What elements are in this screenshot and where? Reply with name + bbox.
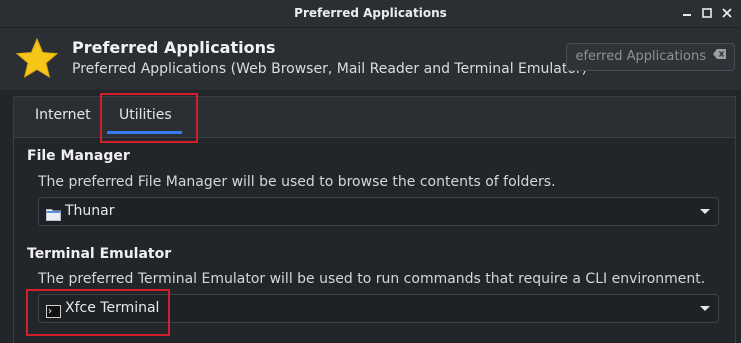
search-input-value: eferred Applications — [575, 49, 706, 64]
tab-internet[interactable]: Internet — [35, 107, 91, 123]
dialog-subtitle: Preferred Applications (Web Browser, Mai… — [72, 61, 588, 77]
window-title: Preferred Applications — [294, 6, 447, 20]
folder-icon — [46, 206, 61, 225]
highlight-box-terminal-selection — [26, 289, 170, 336]
minimize-icon[interactable] — [680, 6, 694, 20]
search-input[interactable]: eferred Applications — [566, 43, 735, 71]
file-manager-heading: File Manager — [27, 148, 130, 164]
clear-icon[interactable] — [713, 48, 727, 63]
file-manager-description: The preferred File Manager will be used … — [38, 174, 556, 190]
highlight-box-utilities-tab — [100, 93, 198, 143]
close-icon[interactable] — [720, 6, 734, 20]
file-manager-combobox[interactable]: Thunar — [38, 197, 719, 226]
dialog-title: Preferred Applications — [72, 38, 276, 57]
star-icon — [15, 37, 59, 79]
chevron-down-icon — [700, 209, 710, 214]
terminal-emulator-heading: Terminal Emulator — [27, 246, 172, 262]
file-manager-selected: Thunar — [65, 203, 115, 219]
maximize-icon[interactable] — [700, 6, 714, 20]
dialog-header: Preferred Applications Preferred Applica… — [0, 28, 741, 90]
terminal-emulator-description: The preferred Terminal Emulator will be … — [38, 271, 706, 287]
window-titlebar[interactable]: Preferred Applications — [0, 0, 741, 28]
chevron-down-icon — [700, 306, 710, 311]
